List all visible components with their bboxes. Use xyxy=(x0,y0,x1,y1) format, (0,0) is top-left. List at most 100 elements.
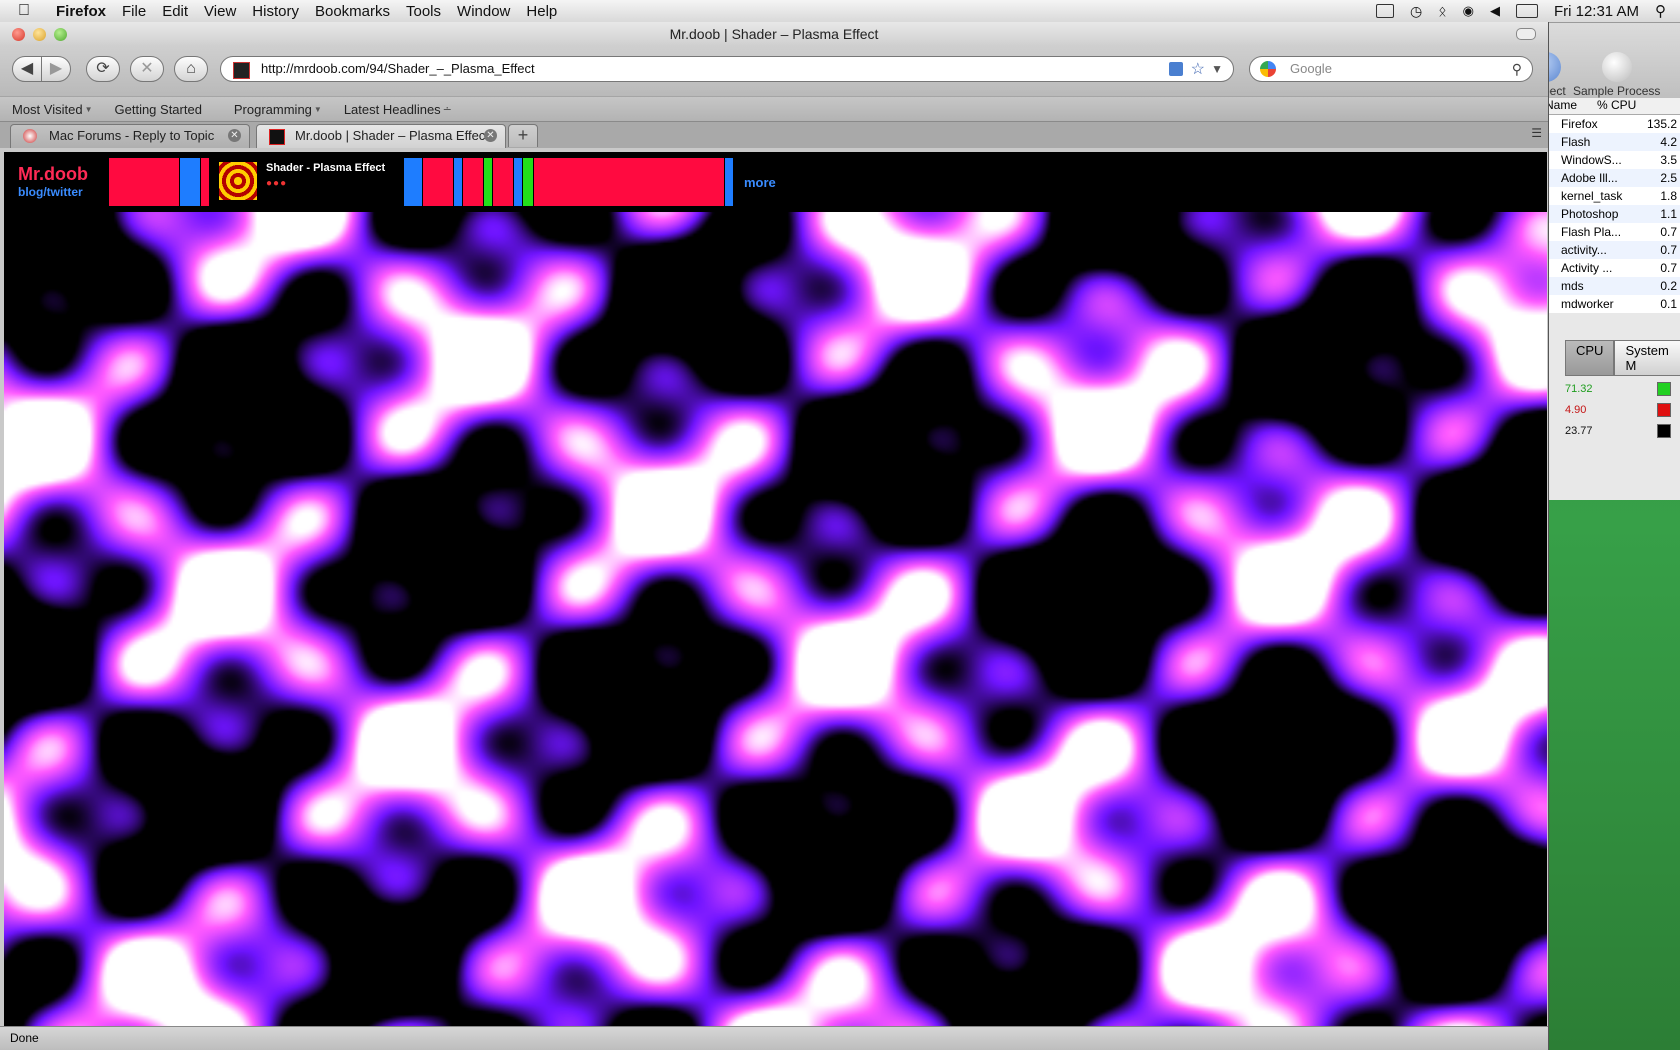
shader-thumbnail[interactable] xyxy=(219,162,257,200)
sample-process-button[interactable]: Sample Process xyxy=(1573,52,1660,98)
display-icon[interactable] xyxy=(1375,4,1394,18)
forward-button[interactable]: ▶ xyxy=(41,56,71,82)
cpu-color-swatch[interactable] xyxy=(1657,382,1671,396)
menu-edit[interactable]: Edit xyxy=(162,3,188,20)
google-engine-icon[interactable] xyxy=(1260,61,1276,77)
experiment-thumb[interactable] xyxy=(534,158,724,206)
more-link[interactable]: more xyxy=(744,175,776,190)
cpu-stat-value: 23.77 xyxy=(1565,425,1593,437)
process-cpu: 4.2 xyxy=(1637,133,1680,151)
experiment-thumb[interactable] xyxy=(493,158,513,206)
navigation-toolbar: ◀ ▶ ⟳ ✕ ⌂ http://mrdoob.com/94/Shader_–_… xyxy=(0,46,1548,96)
cpu-color-swatch[interactable] xyxy=(1657,424,1671,438)
home-button[interactable]: ⌂ xyxy=(174,56,208,82)
minimize-window-button[interactable] xyxy=(33,28,46,41)
url-bar[interactable]: http://mrdoob.com/94/Shader_–_Plasma_Eff… xyxy=(220,56,1234,82)
forward-arrow-icon: ▶ xyxy=(49,60,63,77)
menu-view[interactable]: View xyxy=(204,3,236,20)
experiment-thumb[interactable] xyxy=(180,158,200,206)
zoom-window-button[interactable] xyxy=(54,28,67,41)
process-cpu: 0.7 xyxy=(1637,241,1680,259)
bookmark-most-visited[interactable]: Most Visited xyxy=(12,102,83,117)
process-cpu: 0.2 xyxy=(1637,277,1680,295)
back-button[interactable]: ◀ xyxy=(12,56,42,82)
web-page-content[interactable]: Mr.doob blog/twitter Shader - Plasma Eff… xyxy=(4,152,1547,1049)
experiment-thumb[interactable] xyxy=(484,158,492,206)
plasma-effect-canvas[interactable] xyxy=(4,212,1547,1049)
tab-system-memory[interactable]: System M xyxy=(1614,340,1680,376)
new-tab-button[interactable]: + xyxy=(508,124,538,147)
reload-icon: ⟳ xyxy=(96,60,110,77)
status-bar: Done xyxy=(0,1026,1548,1050)
site-header: Mr.doob blog/twitter Shader - Plasma Eff… xyxy=(4,152,1547,212)
experiment-thumb[interactable] xyxy=(201,158,209,206)
site-logo[interactable]: Mr.doob xyxy=(18,164,88,185)
experiment-thumb[interactable] xyxy=(454,158,462,206)
search-input[interactable]: Google xyxy=(1290,61,1332,76)
back-arrow-icon: ◀ xyxy=(20,60,34,77)
bluetooth-icon[interactable]: ᛟ xyxy=(1438,3,1446,19)
menu-file[interactable]: File xyxy=(122,3,146,20)
bookmark-programming[interactable]: Programming xyxy=(234,102,312,117)
mrdoob-favicon-icon xyxy=(269,129,285,145)
rss-icon: ∸ xyxy=(442,103,452,116)
tab-mac-forums[interactable]: Mac Forums - Reply to Topic ✕ xyxy=(10,124,250,148)
chevron-down-icon: ▼ xyxy=(84,104,93,114)
volume-icon[interactable]: ◀ xyxy=(1490,3,1500,19)
cpu-column[interactable]: % CPU xyxy=(1597,98,1636,112)
process-cpu: 135.2 xyxy=(1646,117,1677,131)
status-text: Done xyxy=(10,1031,39,1045)
experiment-thumb[interactable] xyxy=(514,158,522,206)
cpu-color-swatch[interactable] xyxy=(1657,403,1671,417)
experiment-thumb[interactable] xyxy=(423,158,453,206)
bookmarks-toolbar: Most Visited▼ Getting Started▼ Programmi… xyxy=(0,96,1548,121)
bookmark-star-icon[interactable]: ☆ xyxy=(1191,58,1205,82)
close-tab-icon[interactable]: ✕ xyxy=(228,129,241,142)
process-cpu: 0.7 xyxy=(1660,261,1677,275)
spotlight-search-icon[interactable]: ⚲ xyxy=(1655,2,1666,20)
tab-label: Mac Forums - Reply to Topic xyxy=(49,128,215,143)
search-icon[interactable]: ⚲ xyxy=(1512,57,1522,81)
process-cpu: 0.7 xyxy=(1660,225,1677,239)
tab-cpu[interactable]: CPU xyxy=(1565,340,1615,376)
window-titlebar[interactable]: Mr.doob | Shader – Plasma Effect xyxy=(0,22,1548,46)
experiment-thumb[interactable] xyxy=(109,158,179,206)
shader-title[interactable]: Shader - Plasma Effect xyxy=(266,162,385,174)
monitor-tabs[interactable]: CPU System M xyxy=(1565,340,1680,376)
wifi-icon[interactable]: ◉ xyxy=(1463,3,1474,19)
experiment-thumb[interactable] xyxy=(404,158,422,206)
bookmark-getting-started[interactable]: Getting Started xyxy=(115,102,202,117)
experiment-thumb[interactable] xyxy=(523,158,533,206)
menu-bookmarks[interactable]: Bookmarks xyxy=(315,3,390,20)
bookmark-latest-headlines[interactable]: Latest Headlines xyxy=(344,102,441,117)
reload-button[interactable]: ⟳ xyxy=(86,56,120,82)
tab-bar: Mac Forums - Reply to Topic ✕ Mr.doob | … xyxy=(0,121,1548,148)
experiment-thumb[interactable] xyxy=(725,158,733,206)
menu-window[interactable]: Window xyxy=(457,3,510,20)
menu-app-name[interactable]: Firefox xyxy=(56,3,106,20)
toolbar-toggle-button[interactable] xyxy=(1516,28,1536,40)
process-cpu: 0.1 xyxy=(1660,297,1677,311)
apple-icon[interactable]:  xyxy=(18,2,42,20)
close-window-button[interactable] xyxy=(12,28,25,41)
experiment-thumb[interactable] xyxy=(463,158,483,206)
blog-twitter-link[interactable]: blog/twitter xyxy=(18,185,83,199)
list-all-tabs-icon[interactable]: ☰ xyxy=(1531,126,1542,140)
search-box[interactable]: Google ⚲ xyxy=(1249,56,1533,82)
battery-icon[interactable] xyxy=(1515,4,1538,18)
menu-tools[interactable]: Tools xyxy=(406,3,441,20)
tab-mrdoob-shader[interactable]: Mr.doob | Shader – Plasma Effect ✕ xyxy=(256,124,506,148)
url-history-dropdown-icon[interactable]: ▼ xyxy=(1211,57,1223,81)
menu-history[interactable]: History xyxy=(252,3,299,20)
rss-feed-icon[interactable] xyxy=(1169,62,1183,76)
menu-help[interactable]: Help xyxy=(526,3,557,20)
chevron-down-icon: ▼ xyxy=(313,104,322,114)
stop-button[interactable]: ✕ xyxy=(130,56,164,82)
menu-extras: ◷ ᛟ ◉ ◀ Fri 12:31 AM ⚲ xyxy=(1375,0,1666,22)
time-machine-icon[interactable]: ◷ xyxy=(1410,3,1422,20)
process-cpu: 3.5 xyxy=(1660,153,1677,167)
site-favicon-icon xyxy=(233,62,250,79)
process-cpu: 2.5 xyxy=(1637,169,1680,187)
menu-clock[interactable]: Fri 12:31 AM xyxy=(1554,3,1639,20)
close-tab-icon[interactable]: ✕ xyxy=(484,129,497,142)
